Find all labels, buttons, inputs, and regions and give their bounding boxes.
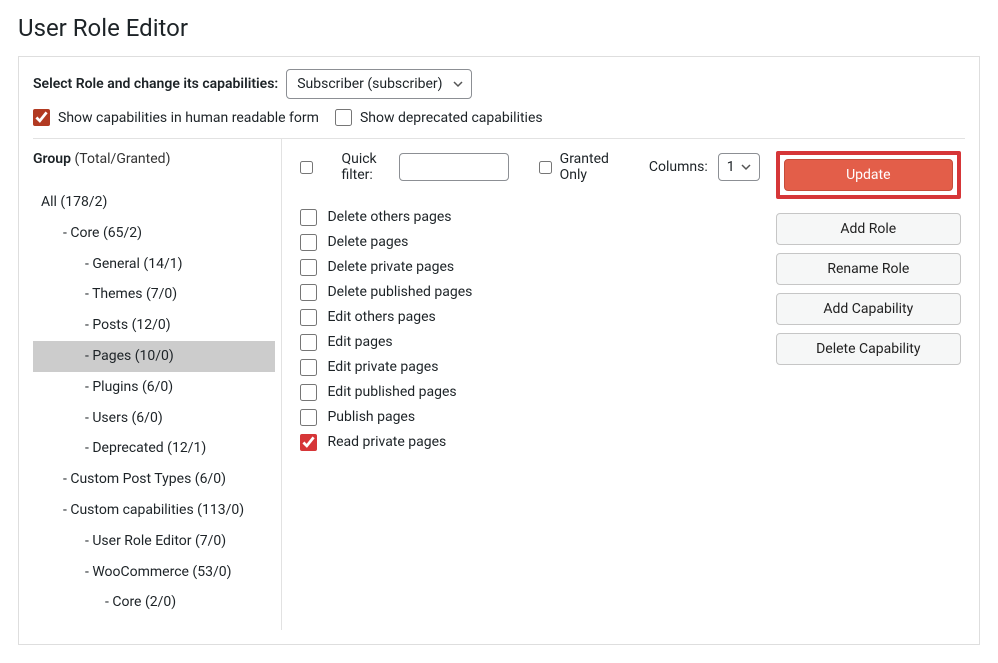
capability-checkbox[interactable] bbox=[300, 309, 317, 326]
page-title: User Role Editor bbox=[18, 14, 980, 42]
tree-item[interactable]: - Deprecated (12/1) bbox=[33, 433, 275, 464]
capability-label: Edit pages bbox=[327, 332, 392, 353]
columns-label: Columns: bbox=[649, 159, 708, 175]
tree-item[interactable]: - User Role Editor (7/0) bbox=[33, 526, 275, 557]
human-readable-toggle[interactable]: Show capabilities in human readable form bbox=[33, 109, 319, 126]
capability-checkbox[interactable] bbox=[300, 259, 317, 276]
deprecated-checkbox[interactable] bbox=[335, 109, 352, 126]
deprecated-label: Show deprecated capabilities bbox=[360, 110, 543, 126]
deprecated-toggle[interactable]: Show deprecated capabilities bbox=[335, 109, 543, 126]
add-role-button[interactable]: Add Role bbox=[776, 213, 961, 245]
capability-checkbox[interactable] bbox=[300, 334, 317, 351]
capability-label: Delete private pages bbox=[327, 257, 454, 278]
capability-row[interactable]: Publish pages bbox=[300, 407, 759, 428]
columns-value: 1 bbox=[727, 159, 735, 175]
tree-item[interactable]: - Users (6/0) bbox=[33, 403, 275, 434]
tree-item[interactable]: - Plugins (6/0) bbox=[33, 372, 275, 403]
capability-label: Publish pages bbox=[327, 407, 415, 428]
tree-item[interactable]: - Custom capabilities (113/0) bbox=[33, 495, 275, 526]
main-area: Group (Total/Granted) All (178/2)- Core … bbox=[33, 139, 965, 630]
capability-row[interactable]: Delete published pages bbox=[300, 282, 759, 303]
group-heading-sub: (Total/Granted) bbox=[74, 151, 170, 167]
capability-row[interactable]: Delete private pages bbox=[300, 257, 759, 278]
capability-label: Delete others pages bbox=[327, 207, 451, 228]
human-readable-label: Show capabilities in human readable form bbox=[58, 110, 319, 126]
group-heading: Group (Total/Granted) bbox=[33, 151, 275, 167]
delete-capability-button[interactable]: Delete Capability bbox=[776, 333, 961, 365]
capability-row[interactable]: Delete others pages bbox=[300, 207, 759, 228]
filter-row: Quick filter: Granted Only Columns: 1 bbox=[300, 151, 759, 183]
tree-item[interactable]: - Themes (7/0) bbox=[33, 279, 275, 310]
capability-checkbox[interactable] bbox=[300, 234, 317, 251]
capability-row[interactable]: Delete pages bbox=[300, 232, 759, 253]
capability-label: Delete published pages bbox=[327, 282, 472, 303]
display-options-row: Show capabilities in human readable form… bbox=[33, 109, 965, 139]
capability-row[interactable]: Edit others pages bbox=[300, 307, 759, 328]
chevron-down-icon bbox=[741, 162, 751, 172]
select-all-checkbox[interactable] bbox=[300, 159, 313, 176]
role-select-label: Select Role and change its capabilities: bbox=[33, 76, 278, 92]
rename-role-button[interactable]: Rename Role bbox=[776, 253, 961, 285]
capabilities-area: Quick filter: Granted Only Columns: 1 bbox=[282, 139, 767, 630]
group-tree: All (178/2)- Core (65/2)- General (14/1)… bbox=[33, 187, 275, 618]
update-button[interactable]: Update bbox=[784, 159, 953, 191]
tree-item[interactable]: All (178/2) bbox=[33, 187, 275, 218]
quick-filter-input[interactable] bbox=[399, 153, 509, 181]
chevron-down-icon bbox=[453, 79, 463, 89]
columns-control: Columns: 1 bbox=[649, 153, 760, 181]
tree-item[interactable]: - Posts (12/0) bbox=[33, 310, 275, 341]
columns-select[interactable]: 1 bbox=[718, 153, 760, 181]
group-sidebar: Group (Total/Granted) All (178/2)- Core … bbox=[33, 139, 282, 630]
granted-only-checkbox[interactable] bbox=[539, 159, 552, 176]
tree-item[interactable]: - Core (65/2) bbox=[33, 218, 275, 249]
role-select[interactable]: Subscriber (subscriber) bbox=[286, 69, 471, 99]
capability-checkbox[interactable] bbox=[300, 409, 317, 426]
role-select-value: Subscriber (subscriber) bbox=[297, 76, 442, 92]
tree-item[interactable]: - Pages (10/0) bbox=[33, 341, 275, 372]
capability-checkbox[interactable] bbox=[300, 434, 317, 451]
tree-item[interactable]: - Custom Post Types (6/0) bbox=[33, 464, 275, 495]
capability-label: Delete pages bbox=[327, 232, 408, 253]
capability-label: Edit published pages bbox=[327, 382, 456, 403]
update-highlight: Update bbox=[776, 151, 961, 199]
add-capability-button[interactable]: Add Capability bbox=[776, 293, 961, 325]
capability-checkbox[interactable] bbox=[300, 384, 317, 401]
quick-filter-label: Quick filter: bbox=[341, 151, 380, 183]
capability-checkbox[interactable] bbox=[300, 359, 317, 376]
tree-item[interactable]: - WooCommerce (53/0) bbox=[33, 557, 275, 588]
granted-only-toggle[interactable]: Granted Only bbox=[539, 151, 613, 183]
tree-item[interactable]: - General (14/1) bbox=[33, 249, 275, 280]
capability-row[interactable]: Edit pages bbox=[300, 332, 759, 353]
role-select-row: Select Role and change its capabilities:… bbox=[33, 69, 965, 99]
editor-panel: Select Role and change its capabilities:… bbox=[18, 56, 980, 645]
capabilities-list: Delete others pages Delete pages Delete pr… bbox=[300, 207, 759, 453]
capability-checkbox[interactable] bbox=[300, 284, 317, 301]
capability-checkbox[interactable] bbox=[300, 209, 317, 226]
actions-column: Update Add Role Rename Role Add Capabili… bbox=[768, 139, 965, 630]
group-heading-main: Group bbox=[33, 151, 71, 167]
capability-label: Edit private pages bbox=[327, 357, 438, 378]
capability-row[interactable]: Edit published pages bbox=[300, 382, 759, 403]
capability-row[interactable]: Edit private pages bbox=[300, 357, 759, 378]
human-readable-checkbox[interactable] bbox=[33, 109, 50, 126]
capability-label: Read private pages bbox=[327, 432, 446, 453]
granted-only-label: Granted Only bbox=[560, 151, 613, 183]
capability-label: Edit others pages bbox=[327, 307, 435, 328]
capability-row[interactable]: Read private pages bbox=[300, 432, 759, 453]
